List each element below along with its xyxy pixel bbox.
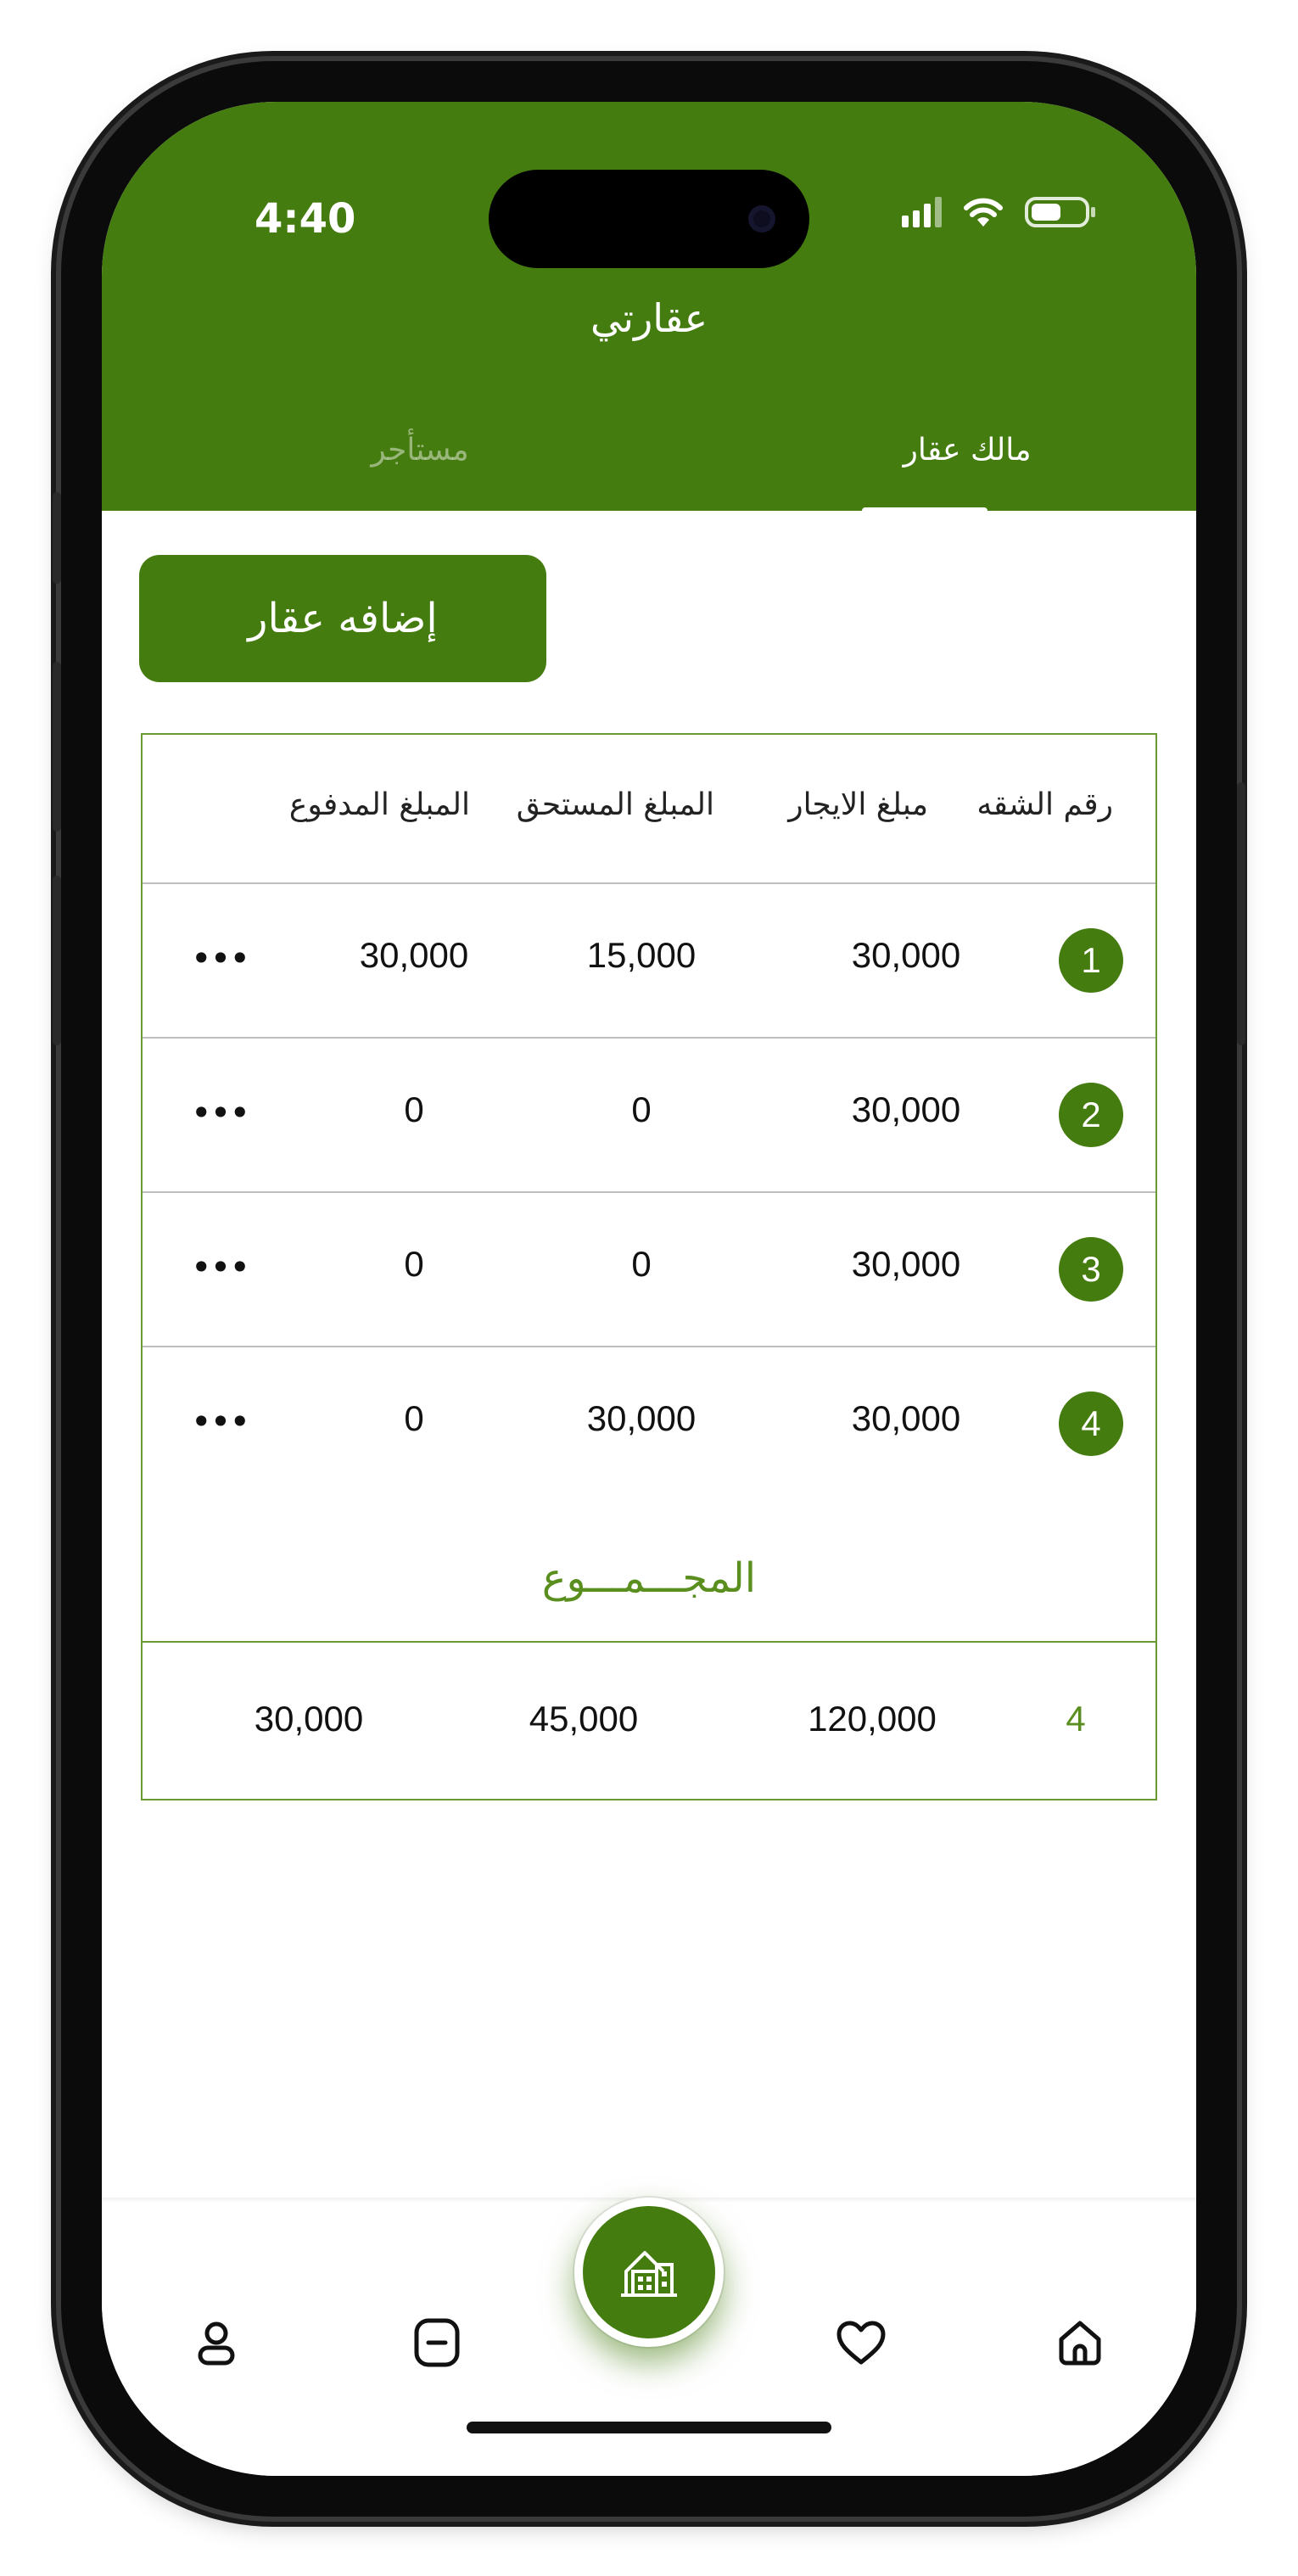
tab-property-owner[interactable]: مالك عقار xyxy=(865,433,1069,468)
apartment-number-badge: 2 xyxy=(1059,1083,1123,1147)
paid-cell: 0 xyxy=(404,1398,424,1438)
apartment-number-badge: 3 xyxy=(1059,1237,1123,1302)
table-row[interactable]: 2 30,000 0 0 ••• xyxy=(143,1037,1155,1193)
total-label: المجـــمـــوع xyxy=(541,1554,757,1602)
total-paid: 30,000 xyxy=(254,1699,364,1739)
total-rent: 120,000 xyxy=(808,1699,937,1739)
add-property-button[interactable]: إضافه عقار xyxy=(139,555,546,682)
table-row[interactable]: 1 30,000 15,000 30,000 ••• xyxy=(143,882,1155,1039)
table-header: رقم الشقه مبلغ الايجار المبلغ المستحق ال… xyxy=(143,735,1155,884)
paid-cell: 0 xyxy=(404,1244,424,1284)
table-row[interactable]: 4 30,000 30,000 0 ••• xyxy=(143,1346,1155,1500)
rent-cell: 30,000 xyxy=(851,1398,961,1438)
home-indicator[interactable] xyxy=(467,2422,831,2433)
column-header-rent-amount: مبلغ الايجار xyxy=(788,787,928,822)
due-cell: 0 xyxy=(631,1244,652,1284)
column-header-paid-amount: المبلغ المدفوع xyxy=(288,787,470,822)
tab-tenant[interactable]: مستأجر xyxy=(318,433,522,468)
properties-table: رقم الشقه مبلغ الايجار المبلغ المستحق ال… xyxy=(141,733,1157,1800)
rent-cell: 30,000 xyxy=(851,1244,961,1284)
wifi-icon xyxy=(962,196,1004,228)
paid-cell: 30,000 xyxy=(359,935,469,975)
due-cell: 30,000 xyxy=(586,1398,697,1438)
power-button xyxy=(1237,782,1245,1045)
total-due: 45,000 xyxy=(529,1699,639,1739)
table-row[interactable]: 3 30,000 0 0 ••• xyxy=(143,1191,1155,1347)
column-header-due-amount: المبلغ المستحق xyxy=(516,787,714,822)
volume-up-button xyxy=(53,662,61,832)
more-options-icon[interactable]: ••• xyxy=(190,1088,250,1139)
status-time: 4:40 xyxy=(255,195,356,243)
cellular-signal-icon xyxy=(902,197,942,227)
column-header-apartment-number: رقم الشقه xyxy=(976,787,1113,822)
active-tab-indicator xyxy=(862,507,987,514)
volume-down-button xyxy=(53,876,61,1045)
app-header: 4:40 عقارتي مالك عقار مستأجر xyxy=(102,102,1196,514)
page-title: عقارتي xyxy=(590,295,708,341)
battery-icon xyxy=(1025,195,1098,229)
total-count: 4 xyxy=(1066,1699,1086,1739)
due-cell: 0 xyxy=(631,1089,652,1129)
phone-frame: 4:40 عقارتي مالك عقار مستأجر إضافه عقار … xyxy=(53,61,1245,2517)
apartment-number-badge: 1 xyxy=(1059,928,1123,993)
rent-cell: 30,000 xyxy=(851,1089,961,1129)
home-icon[interactable] xyxy=(1050,2313,1110,2372)
profile-icon[interactable] xyxy=(187,2313,246,2372)
more-options-icon[interactable]: ••• xyxy=(190,1242,250,1293)
status-icons xyxy=(902,195,1098,229)
properties-fab-button[interactable] xyxy=(574,2198,724,2347)
rent-cell: 30,000 xyxy=(851,935,961,975)
action-button xyxy=(53,492,61,584)
paid-cell: 0 xyxy=(404,1089,424,1129)
due-cell: 15,000 xyxy=(586,935,697,975)
totals-row: 4 120,000 45,000 30,000 xyxy=(143,1641,1155,1800)
heart-icon[interactable] xyxy=(831,2313,891,2372)
building-icon xyxy=(621,2251,677,2297)
list-icon[interactable] xyxy=(407,2313,467,2372)
front-camera xyxy=(748,205,775,232)
more-options-icon[interactable]: ••• xyxy=(190,933,250,984)
apartment-number-badge: 4 xyxy=(1059,1392,1123,1456)
dynamic-island xyxy=(489,170,809,268)
more-options-icon[interactable]: ••• xyxy=(190,1397,250,1448)
screen: 4:40 عقارتي مالك عقار مستأجر إضافه عقار … xyxy=(102,102,1196,2476)
